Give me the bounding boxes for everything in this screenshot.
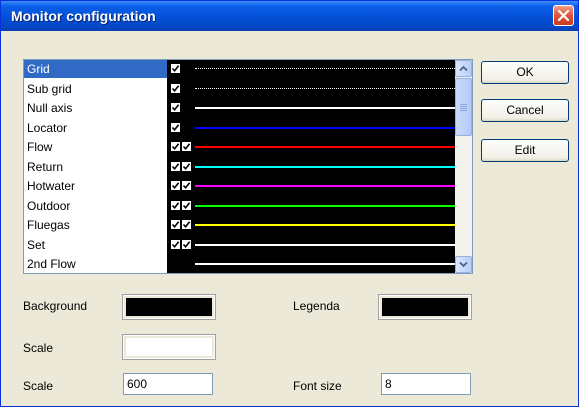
legenda-color-picker[interactable] xyxy=(378,294,472,320)
trace-preview-row xyxy=(167,255,455,273)
font-size-label: Font size xyxy=(293,379,342,393)
trace-preview-row xyxy=(167,80,455,98)
show-trace-checkbox[interactable] xyxy=(171,142,180,151)
thumb-grip-line xyxy=(460,104,467,105)
trace-list-item[interactable]: Null axis xyxy=(24,99,167,117)
trace-line-sample xyxy=(195,127,455,129)
trace-line-sample xyxy=(195,185,455,187)
trace-line-sample xyxy=(195,68,455,69)
trace-line-sample xyxy=(195,263,455,265)
trace-list-item[interactable]: Fluegas xyxy=(24,216,167,234)
trace-preview-row xyxy=(167,216,455,234)
show-legend-checkbox[interactable] xyxy=(182,181,191,190)
trace-line-sample xyxy=(195,244,455,246)
show-trace-checkbox[interactable] xyxy=(171,201,180,210)
trace-list-item[interactable]: Set xyxy=(24,236,167,254)
show-trace-checkbox[interactable] xyxy=(171,162,180,171)
trace-preview-row xyxy=(167,197,455,215)
trace-preview-row xyxy=(167,119,455,137)
scale-color-label: Scale xyxy=(23,341,54,355)
trace-preview-row xyxy=(167,99,455,117)
show-trace-checkbox[interactable] xyxy=(171,64,180,73)
close-button[interactable] xyxy=(553,5,574,26)
trace-list-item[interactable]: Hotwater xyxy=(24,177,167,195)
show-trace-checkbox[interactable] xyxy=(171,220,180,229)
trace-list-item[interactable]: 2nd Flow xyxy=(24,255,167,273)
ok-button[interactable]: OK xyxy=(481,61,569,84)
show-trace-checkbox[interactable] xyxy=(171,240,180,249)
show-trace-checkbox[interactable] xyxy=(171,103,180,112)
legenda-label: Legenda xyxy=(293,299,340,313)
thumb-grip-line xyxy=(460,110,467,111)
background-color-picker[interactable] xyxy=(122,294,216,320)
scale-label: Scale xyxy=(23,379,54,393)
thumb-grip-line xyxy=(460,106,467,107)
legenda-color-swatch xyxy=(382,298,468,316)
trace-list-item[interactable]: Flow xyxy=(24,138,167,156)
trace-list-item[interactable]: Sub grid xyxy=(24,80,167,98)
background-color-swatch xyxy=(126,298,212,316)
trace-list-item[interactable]: Return xyxy=(24,158,167,176)
trace-line-sample xyxy=(195,88,455,89)
trace-line-sample xyxy=(195,107,455,109)
vertical-scrollbar[interactable] xyxy=(455,60,472,273)
monitor-configuration-dialog: Monitor configuration Grid Sub grid Null a… xyxy=(0,0,579,407)
thumb-grip-line xyxy=(460,108,467,109)
trace-list[interactable]: Grid Sub grid Null axis Locator Flow Return Ho… xyxy=(23,59,473,274)
trace-list-item[interactable]: Outdoor xyxy=(24,197,167,215)
trace-preview-row xyxy=(167,236,455,254)
dialog-title: Monitor configuration xyxy=(11,8,156,24)
scale-color-picker[interactable] xyxy=(122,334,216,360)
trace-preview-row xyxy=(167,158,455,176)
close-icon xyxy=(558,10,569,21)
trace-list-item[interactable]: Grid xyxy=(24,60,167,78)
show-legend-checkbox[interactable] xyxy=(182,240,191,249)
scroll-down-button[interactable] xyxy=(455,256,472,273)
chevron-up-icon xyxy=(459,65,468,72)
trace-preview-row xyxy=(167,60,455,78)
scale-input[interactable]: 600 xyxy=(123,373,213,395)
show-legend-checkbox[interactable] xyxy=(182,142,191,151)
scroll-up-button[interactable] xyxy=(455,60,472,77)
show-trace-checkbox[interactable] xyxy=(171,181,180,190)
trace-preview-row xyxy=(167,138,455,156)
show-trace-checkbox[interactable] xyxy=(171,84,180,93)
edit-button[interactable]: Edit xyxy=(481,139,569,162)
scroll-thumb[interactable] xyxy=(455,78,472,136)
trace-preview-column xyxy=(167,60,455,273)
trace-list-item[interactable]: Locator xyxy=(24,119,167,137)
trace-preview-row xyxy=(167,177,455,195)
title-bar[interactable]: Monitor configuration xyxy=(1,1,578,31)
font-size-input[interactable]: 8 xyxy=(381,373,471,395)
cancel-button[interactable]: Cancel xyxy=(481,99,569,122)
show-legend-checkbox[interactable] xyxy=(182,162,191,171)
scale-color-swatch xyxy=(126,338,212,356)
chevron-down-icon xyxy=(459,261,468,268)
trace-line-sample xyxy=(195,205,455,207)
trace-line-sample xyxy=(195,224,455,226)
trace-line-sample xyxy=(195,146,455,148)
show-legend-checkbox[interactable] xyxy=(182,201,191,210)
background-label: Background xyxy=(23,299,88,313)
show-legend-checkbox[interactable] xyxy=(182,220,191,229)
show-trace-checkbox[interactable] xyxy=(171,123,180,132)
trace-names-column: Grid Sub grid Null axis Locator Flow Return Ho… xyxy=(24,60,167,273)
trace-line-sample xyxy=(195,166,455,168)
